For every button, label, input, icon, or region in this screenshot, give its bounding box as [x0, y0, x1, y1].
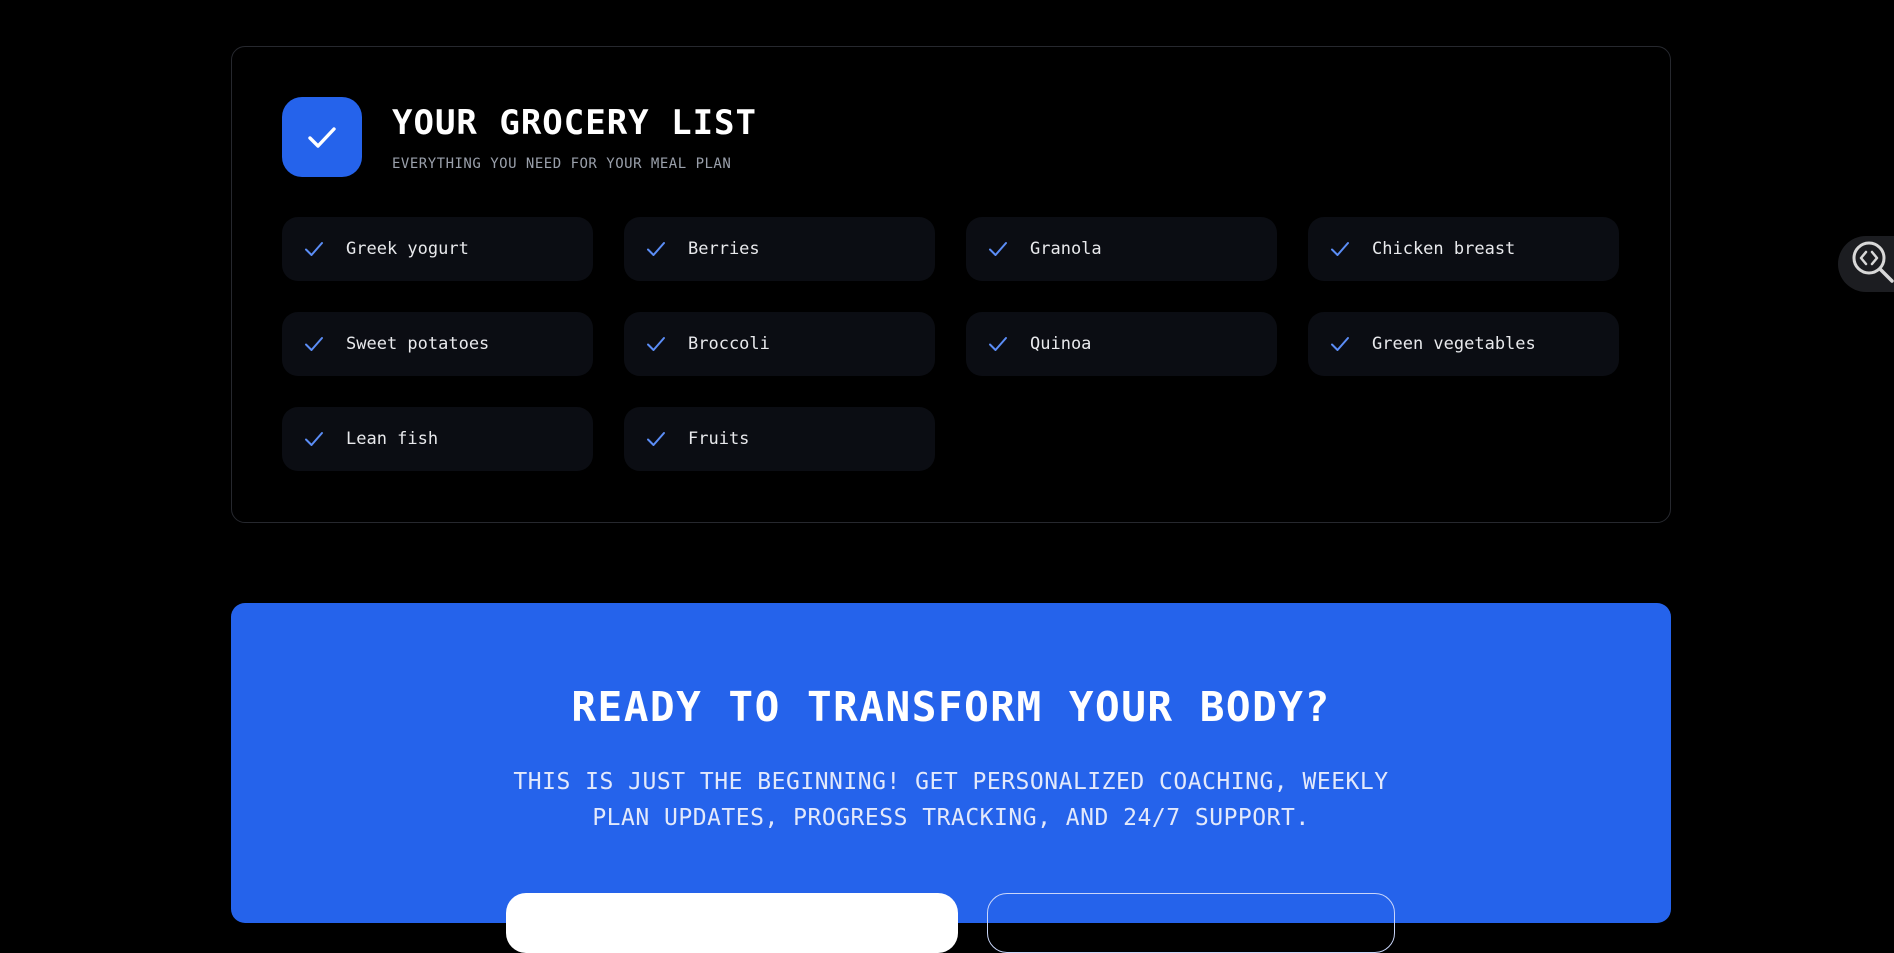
check-icon — [644, 237, 668, 261]
card-header: YOUR GROCERY LIST EVERYTHING YOU NEED FO… — [282, 97, 757, 177]
grocery-item-label: Fruits — [688, 429, 750, 449]
grocery-item: Broccoli — [624, 312, 935, 376]
check-icon — [986, 237, 1010, 261]
header-text: YOUR GROCERY LIST EVERYTHING YOU NEED FO… — [392, 97, 757, 172]
grocery-item-label: Broccoli — [688, 334, 770, 354]
grocery-item: Fruits — [624, 407, 935, 471]
grocery-item: Sweet potatoes — [282, 312, 593, 376]
grocery-item-label: Berries — [688, 239, 760, 259]
check-icon — [986, 332, 1010, 356]
grocery-item-label: Quinoa — [1030, 334, 1092, 354]
grocery-item: Green vegetables — [1308, 312, 1619, 376]
grocery-item: Chicken breast — [1308, 217, 1619, 281]
grocery-item: Quinoa — [966, 312, 1277, 376]
check-icon — [282, 97, 362, 177]
grocery-list-card: YOUR GROCERY LIST EVERYTHING YOU NEED FO… — [231, 46, 1671, 523]
check-icon — [1328, 237, 1352, 261]
grocery-item: Berries — [624, 217, 935, 281]
grocery-item: Greek yogurt — [282, 217, 593, 281]
check-icon — [644, 332, 668, 356]
grocery-item-label: Granola — [1030, 239, 1102, 259]
grocery-items-grid: Greek yogurt Berries Granola Chicken bre… — [282, 217, 1623, 471]
grocery-item-label: Chicken breast — [1372, 239, 1516, 259]
cta-section: READY TO TRANSFORM YOUR BODY? THIS IS JU… — [231, 603, 1671, 953]
check-icon — [1328, 332, 1352, 356]
grocery-item: Lean fish — [282, 407, 593, 471]
code-search-icon — [1850, 239, 1894, 289]
check-icon — [302, 332, 326, 356]
card-subtitle: EVERYTHING YOU NEED FOR YOUR MEAL PLAN — [392, 156, 732, 172]
cta-secondary-button[interactable] — [987, 893, 1395, 953]
grocery-item-label: Lean fish — [346, 429, 439, 449]
grocery-item: Granola — [966, 217, 1277, 281]
cta-primary-button[interactable] — [506, 893, 958, 953]
check-icon — [644, 427, 668, 451]
card-title: YOUR GROCERY LIST — [392, 103, 757, 143]
grocery-item-label: Greek yogurt — [346, 239, 469, 259]
cta-title: READY TO TRANSFORM YOUR BODY? — [571, 683, 1331, 731]
grocery-item-label: Green vegetables — [1372, 334, 1536, 354]
cta-text: THIS IS JUST THE BEGINNING! GET PERSONAL… — [513, 769, 1389, 831]
check-icon — [302, 237, 326, 261]
check-icon — [302, 427, 326, 451]
devtools-toggle[interactable] — [1838, 236, 1894, 292]
grocery-item-label: Sweet potatoes — [346, 334, 490, 354]
